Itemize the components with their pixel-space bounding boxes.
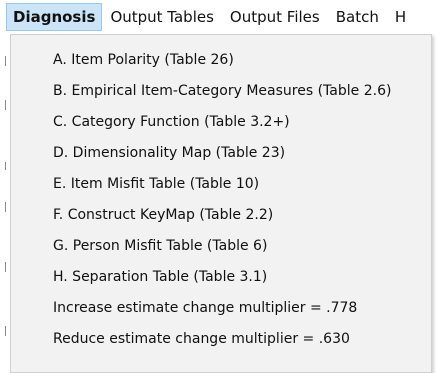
menu-item-separation-table[interactable]: H. Separation Table (Table 3.1) [11,262,431,293]
edge-tick [5,162,6,170]
menu-help[interactable]: H [387,3,406,31]
menu-item-item-polarity[interactable]: A. Item Polarity (Table 26) [11,45,431,76]
edge-tick [5,100,6,110]
edge-tick [5,56,6,66]
edge-tick [5,202,6,212]
edge-tick [5,326,6,336]
menu-item-increase-multiplier[interactable]: Increase estimate change multiplier = .7… [11,293,431,324]
menu-item-item-misfit-table[interactable]: E. Item Misfit Table (Table 10) [11,169,431,200]
edge-tick [5,262,6,272]
menu-output-files[interactable]: Output Files [222,3,328,31]
menu-item-construct-keymap[interactable]: F. Construct KeyMap (Table 2.2) [11,200,431,231]
background-window-edge [0,34,10,373]
menu-item-person-misfit-table[interactable]: G. Person Misfit Table (Table 6) [11,231,431,262]
menu-output-tables[interactable]: Output Tables [102,3,221,31]
diagnosis-dropdown-menu: A. Item Polarity (Table 26) B. Empirical… [10,34,432,373]
app-window: Diagnosis Output Tables Output Files Bat… [0,0,444,373]
menu-item-empirical-item-category-measures[interactable]: B. Empirical Item-Category Measures (Tab… [11,76,431,107]
menu-item-reduce-multiplier[interactable]: Reduce estimate change multiplier = .630 [11,324,431,355]
menu-diagnosis[interactable]: Diagnosis [6,3,103,31]
menu-item-dimensionality-map[interactable]: D. Dimensionality Map (Table 23) [11,138,431,169]
menu-item-category-function[interactable]: C. Category Function (Table 3.2+) [11,107,431,138]
menu-batch[interactable]: Batch [328,3,387,31]
menu-bar: Diagnosis Output Tables Output Files Bat… [0,0,444,34]
